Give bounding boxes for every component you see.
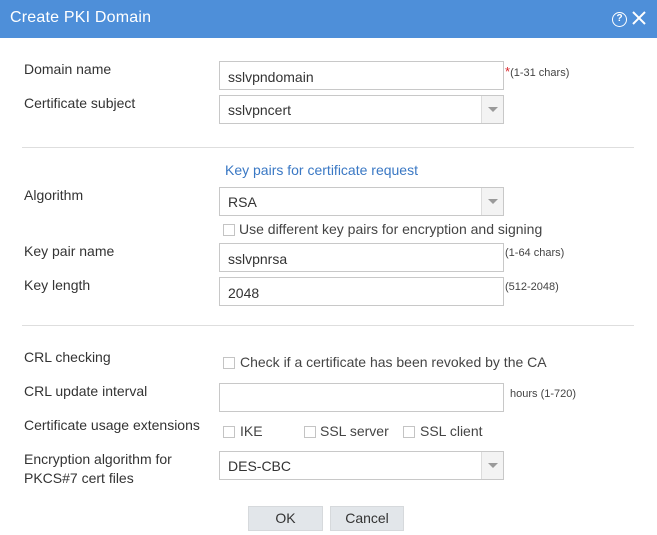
- certificate-subject-select[interactable]: sslvpncert: [219, 95, 504, 124]
- domain-name-hint-text: (1-31 chars): [510, 67, 570, 79]
- encryption-algorithm-label-line1: Encryption algorithm for: [24, 451, 172, 467]
- different-key-pairs-checkbox[interactable]: [223, 224, 235, 236]
- help-icon[interactable]: ?: [612, 12, 627, 27]
- section-divider: [22, 325, 634, 326]
- key-pair-name-label: Key pair name: [24, 243, 115, 259]
- dialog-title: Create PKI Domain: [10, 9, 152, 26]
- domain-name-input[interactable]: [219, 61, 504, 90]
- ok-button[interactable]: OK: [248, 506, 323, 531]
- key-pair-name-input[interactable]: [219, 243, 504, 272]
- domain-name-hint: *(1-31 chars): [505, 64, 569, 79]
- ssl-client-checkbox[interactable]: [403, 426, 415, 438]
- cancel-button[interactable]: Cancel: [330, 506, 404, 531]
- key-pair-name-hint: (1-64 chars): [505, 247, 565, 259]
- crl-checking-option-label: Check if a certificate has been revoked …: [240, 354, 547, 370]
- algorithm-value: RSA: [228, 194, 257, 210]
- dialog-titlebar: Create PKI Domain ?: [0, 0, 657, 38]
- chevron-down-icon[interactable]: [481, 96, 503, 123]
- crl-update-interval-label: CRL update interval: [24, 383, 148, 399]
- ike-checkbox[interactable]: [223, 426, 235, 438]
- ssl-server-checkbox[interactable]: [304, 426, 316, 438]
- chevron-down-icon[interactable]: [481, 452, 503, 479]
- encryption-algorithm-value: DES-CBC: [228, 458, 292, 474]
- certificate-subject-value: sslvpncert: [228, 102, 292, 118]
- algorithm-select[interactable]: RSA: [219, 187, 504, 216]
- encryption-algorithm-select[interactable]: DES-CBC: [219, 451, 504, 480]
- close-icon[interactable]: [629, 8, 649, 28]
- certificate-subject-label: Certificate subject: [24, 95, 136, 111]
- ike-label: IKE: [240, 423, 263, 439]
- key-pairs-section-title: Key pairs for certificate request: [225, 162, 418, 178]
- crl-update-interval-hint: hours (1-720): [510, 388, 577, 400]
- domain-name-label: Domain name: [24, 61, 112, 77]
- encryption-algorithm-label-line2: PKCS#7 cert files: [24, 470, 134, 486]
- chevron-down-icon[interactable]: [481, 188, 503, 215]
- key-length-label: Key length: [24, 277, 91, 293]
- usage-extensions-label: Certificate usage extensions: [24, 417, 200, 433]
- crl-update-interval-input[interactable]: [219, 383, 504, 412]
- crl-checking-label: CRL checking: [24, 349, 111, 365]
- key-length-input[interactable]: [219, 277, 504, 306]
- section-divider: [22, 147, 634, 148]
- key-length-hint: (512-2048): [505, 281, 559, 293]
- algorithm-label: Algorithm: [24, 187, 84, 203]
- ssl-server-label: SSL server: [320, 423, 389, 439]
- crl-checking-checkbox[interactable]: [223, 357, 235, 369]
- different-key-pairs-label: Use different key pairs for encryption a…: [239, 221, 543, 237]
- ssl-client-label: SSL client: [420, 423, 483, 439]
